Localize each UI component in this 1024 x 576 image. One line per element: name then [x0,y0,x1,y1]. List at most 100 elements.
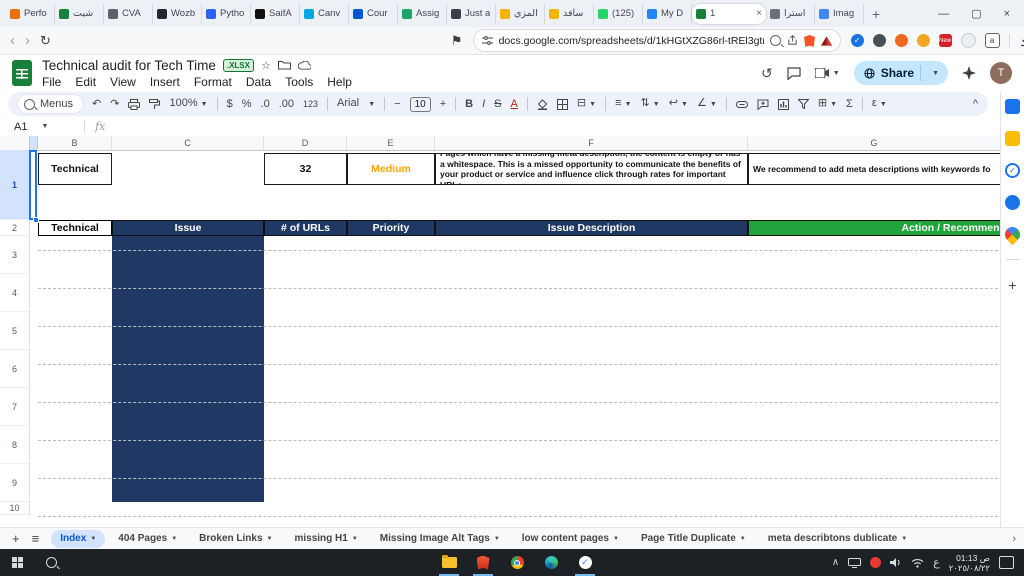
ticktick-icon[interactable]: ✓ [568,549,602,576]
move-folder-icon[interactable] [278,60,291,70]
speaker-icon[interactable] [890,557,902,568]
column-header-f[interactable]: F [435,136,748,150]
keep-icon[interactable] [1005,131,1020,146]
maps-icon[interactable] [1002,224,1023,245]
header-cell-action[interactable]: Action / Recommendation [748,220,1000,236]
tasks-icon[interactable]: ✓ [1005,163,1020,178]
sheet-tab-menu-icon[interactable]: ▼ [352,536,358,542]
cell-description[interactable]: Pages which have a missing meta descript… [435,153,748,185]
strikethrough-button[interactable]: S [494,92,501,116]
fill-color-button[interactable] [537,99,548,110]
display-icon[interactable] [848,558,861,568]
new-tab-button[interactable]: + [872,6,880,22]
sheet-tab[interactable]: meta describtons dublicate ▼ [759,530,916,548]
brave-browser-icon[interactable] [466,549,500,576]
sheet-tab[interactable]: 404 Pages ▼ [109,530,186,548]
sheets-logo[interactable] [12,60,32,86]
increase-decimal-button[interactable]: .00 [279,92,294,116]
window-maximize-button[interactable]: ▢ [971,7,981,20]
cell-priority[interactable]: Medium [347,153,435,185]
sheet-body[interactable]: Technical Issue # of URLs Priority Issue… [0,150,1000,515]
taskbar-search-button[interactable] [34,549,68,576]
cell-issue-link[interactable]: meta describtons dublicate [112,150,264,188]
recording-indicator-icon[interactable] [870,557,881,568]
horizontal-align-button[interactable]: ≡ ▼ [615,91,631,117]
forward-button[interactable]: › [25,32,30,49]
browser-tab[interactable]: Canv [300,4,349,24]
sheet-tabs-scroll-right[interactable]: › [1012,533,1024,545]
ext-new-badge-icon[interactable]: New [939,34,952,47]
create-filter-button[interactable] [798,99,809,109]
column-header-d[interactable]: D [264,136,347,150]
sheet-tab[interactable]: low content pages ▼ [513,530,628,548]
bold-button[interactable]: B [465,92,473,116]
decrease-decimal-button[interactable]: .0 [261,92,270,116]
add-addon-button[interactable]: + [1008,277,1016,293]
back-button[interactable]: ‹ [10,32,15,49]
sheet-tab-menu-icon[interactable]: ▼ [267,536,273,542]
window-close-button[interactable]: × [1004,8,1010,20]
file-explorer-icon[interactable] [432,549,466,576]
column-header-c[interactable]: C [112,136,264,150]
table-views-button[interactable]: ⊞ ▼ [818,91,837,117]
share-dropdown-icon[interactable]: ▼ [927,70,944,77]
browser-tab[interactable]: Assig [398,4,447,24]
insert-chart-button[interactable] [778,99,789,110]
zoom-select[interactable]: 100% ▼ [169,91,207,117]
cloud-status-icon[interactable] [298,61,311,70]
menu-item[interactable]: Tools [285,75,313,89]
vertical-align-button[interactable]: ⇅ ▼ [641,91,660,117]
cell-action[interactable]: We recommend to add meta descriptions wi… [748,153,1000,185]
paint-format-button[interactable] [149,99,160,110]
browser-tab[interactable]: Imag [815,4,864,24]
meet-button[interactable]: ▼ [815,68,840,78]
name-box-dropdown-icon[interactable]: ▼ [41,123,48,130]
browser-tab[interactable]: SaifA [251,4,300,24]
menu-item[interactable]: Edit [75,75,96,89]
sum-button[interactable]: Σ [846,92,853,116]
share-icon[interactable] [787,35,798,46]
ext-light-icon[interactable] [961,33,976,48]
header-cell-urls[interactable]: # of URLs [264,220,347,236]
borders-button[interactable] [557,99,568,110]
decrease-font-button[interactable]: − [394,92,400,116]
browser-tab[interactable]: المزي [496,4,545,24]
column-header-e[interactable]: E [347,136,435,150]
sheet-tab-menu-icon[interactable]: ▼ [494,536,500,542]
percent-button[interactable]: % [242,92,252,116]
header-cell-description[interactable]: Issue Description [435,220,748,236]
language-indicator[interactable]: ع [933,556,940,569]
omnibox[interactable]: docs.google.com/spreadsheets/d/1kHGtXZG8… [473,29,841,52]
sheet-tab-menu-icon[interactable]: ▼ [740,536,746,542]
sheet-tab[interactable]: Missing Image Alt Tags ▼ [371,530,509,548]
share-button[interactable]: Share ▼ [854,61,948,85]
text-wrap-button[interactable]: ↩ ▼ [669,91,688,117]
functions-button[interactable]: ε ▼ [872,91,887,117]
sheet-tab[interactable]: Page Title Duplicate ▼ [632,530,755,548]
start-button[interactable] [0,549,34,576]
browser-tab[interactable]: CVA [104,4,153,24]
sheet-tab[interactable]: missing H1 ▼ [285,530,366,548]
menus-search-button[interactable]: Menus [18,95,83,113]
column-header-a[interactable] [30,136,38,150]
ext-dark-icon[interactable] [873,34,886,47]
header-cell-priority[interactable]: Priority [347,220,435,236]
sheet-tab-menu-icon[interactable]: ▼ [613,536,619,542]
name-box[interactable]: A1 [14,121,27,133]
sheet-tab-menu-icon[interactable]: ▼ [171,536,177,542]
menu-item[interactable]: File [42,75,61,89]
adguard-triangle-icon[interactable] [821,36,832,46]
browser-tab[interactable]: شيت [55,4,104,24]
collapse-toolbar-button[interactable]: ^ [973,92,978,116]
text-rotation-button[interactable]: ∠ ▼ [697,91,717,117]
undo-button[interactable]: ↶ [92,92,101,116]
edge-icon[interactable] [534,549,568,576]
header-cell-technical[interactable]: Technical [38,220,112,236]
add-sheet-button[interactable]: + [12,531,20,546]
menu-item[interactable]: Help [327,75,352,89]
gemini-icon[interactable] [962,66,976,80]
number-format-button[interactable]: 123 [303,92,318,116]
browser-tab[interactable]: My D [643,4,692,24]
increase-font-button[interactable]: + [440,92,446,116]
column-header-g[interactable]: G [748,136,1000,150]
